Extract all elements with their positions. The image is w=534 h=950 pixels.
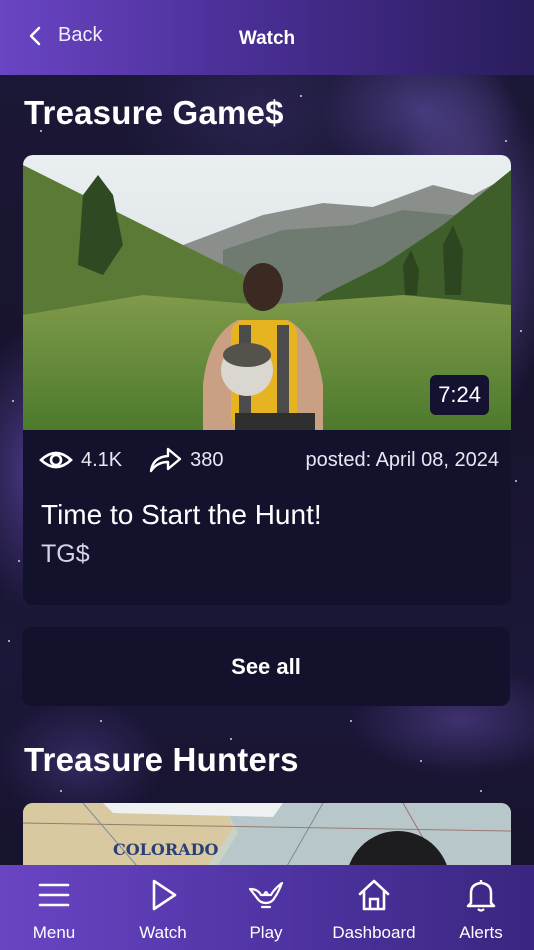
genie-lamp-icon: [248, 881, 284, 909]
nav-alerts-label: Alerts: [459, 923, 503, 942]
play-icon: [152, 879, 177, 911]
bell-icon: [466, 880, 496, 912]
section-title-treasure-games: Treasure Game$: [24, 94, 284, 131]
map-thumbnail-image: COLORADO: [23, 803, 511, 873]
chevron-left-icon: [29, 26, 41, 45]
nav-dashboard[interactable]: Dashboard: [326, 865, 422, 950]
channel-name[interactable]: TG$: [41, 540, 90, 569]
video-duration-badge: 7:24: [430, 375, 489, 415]
nav-play[interactable]: Play: [240, 865, 292, 950]
views-stat: 4.1K: [39, 445, 122, 475]
nav-dashboard-label: Dashboard: [332, 923, 416, 942]
views-count: 4.1K: [81, 448, 123, 471]
nav-watch-label: Watch: [139, 923, 187, 942]
map-state-label: COLORADO: [113, 840, 218, 859]
video-card[interactable]: 7:24 4.1K 380 posted: April 08, 2024 Tim…: [23, 155, 511, 605]
see-all-button[interactable]: See all: [22, 627, 510, 706]
eye-icon: [39, 451, 73, 469]
video-thumbnail[interactable]: 7:24: [23, 155, 511, 430]
back-button[interactable]: Back: [26, 24, 102, 47]
page-title: Watch: [238, 27, 296, 49]
back-label: Back: [58, 24, 103, 46]
nav-menu-label: Menu: [32, 923, 76, 942]
video-title[interactable]: Time to Start the Hunt!: [41, 499, 322, 531]
top-app-bar: Back Watch: [0, 0, 534, 75]
shares-count: 380: [190, 448, 224, 471]
menu-icon: [38, 883, 70, 907]
nav-watch[interactable]: Watch: [134, 865, 192, 950]
shares-stat[interactable]: 380: [148, 445, 224, 475]
nav-menu[interactable]: Menu: [26, 865, 82, 950]
nav-play-label: Play: [249, 923, 283, 942]
posted-date: posted: April 08, 2024: [305, 448, 499, 471]
video-card-map[interactable]: COLORADO: [23, 803, 511, 873]
nav-alerts[interactable]: Alerts: [452, 865, 510, 950]
video-stats: 4.1K 380 posted: April 08, 2024: [39, 444, 499, 476]
section-title-treasure-hunters: Treasure Hunters: [24, 741, 299, 778]
share-arrow-icon: [149, 447, 182, 473]
bottom-navigation: Menu Watch Play Dashboard Alerts: [0, 865, 534, 950]
home-icon: [358, 879, 390, 911]
